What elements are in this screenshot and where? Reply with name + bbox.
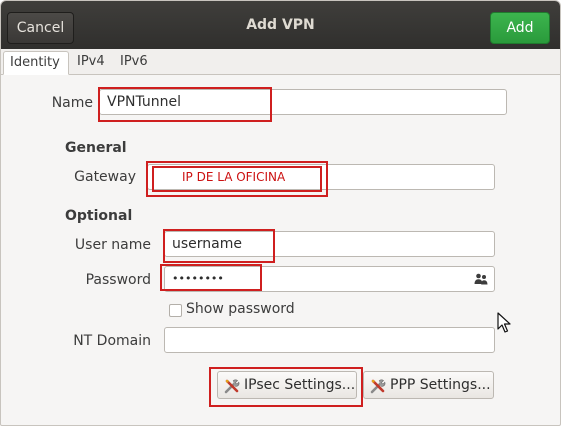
- headerbar: Cancel Add VPN Add: [1, 1, 560, 49]
- gateway-input[interactable]: IP DE LA OFICINA: [147, 164, 495, 190]
- ppp-settings-label: PPP Settings...: [390, 377, 491, 393]
- ppp-settings-button[interactable]: PPP Settings...: [363, 371, 494, 399]
- ipsec-settings-label: IPsec Settings...: [244, 377, 356, 393]
- username-input-value: username: [172, 236, 242, 252]
- tab-ipv6[interactable]: IPv6: [114, 51, 156, 75]
- optional-heading: Optional: [65, 208, 133, 224]
- password-label: Password: [85, 272, 151, 288]
- add-button[interactable]: Add: [490, 12, 550, 44]
- tools-icon: [370, 379, 386, 394]
- password-input[interactable]: ••••••••: [164, 266, 495, 292]
- password-storage-icon[interactable]: [474, 272, 488, 286]
- username-input[interactable]: username: [164, 231, 495, 257]
- add-vpn-dialog: Cancel Add VPN Add Identity IPv4 IPv6 Na…: [0, 0, 561, 426]
- mouse-pointer-icon: [497, 312, 511, 333]
- gateway-label: Gateway: [74, 169, 136, 185]
- cancel-button[interactable]: Cancel: [7, 12, 74, 44]
- name-label: Name: [51, 95, 93, 111]
- show-password-checkbox[interactable]: [169, 304, 182, 317]
- name-input[interactable]: VPNTunnel: [99, 89, 507, 115]
- password-input-value: ••••••••: [172, 272, 224, 285]
- show-password-label: Show password: [186, 301, 295, 317]
- nt-domain-input[interactable]: [164, 327, 495, 353]
- gateway-input-value: IP DE LA OFICINA: [182, 170, 286, 184]
- tab-bar: Identity IPv4 IPv6: [1, 49, 560, 75]
- name-input-value: VPNTunnel: [107, 94, 182, 110]
- tab-ipv4[interactable]: IPv4: [71, 51, 113, 75]
- dialog-title: Add VPN: [246, 17, 315, 33]
- general-heading: General: [65, 140, 127, 156]
- ipsec-settings-button[interactable]: IPsec Settings...: [217, 371, 357, 399]
- tab-identity[interactable]: Identity: [3, 51, 69, 75]
- username-label: User name: [74, 237, 151, 253]
- nt-domain-label: NT Domain: [73, 333, 151, 349]
- tools-icon: [224, 379, 240, 394]
